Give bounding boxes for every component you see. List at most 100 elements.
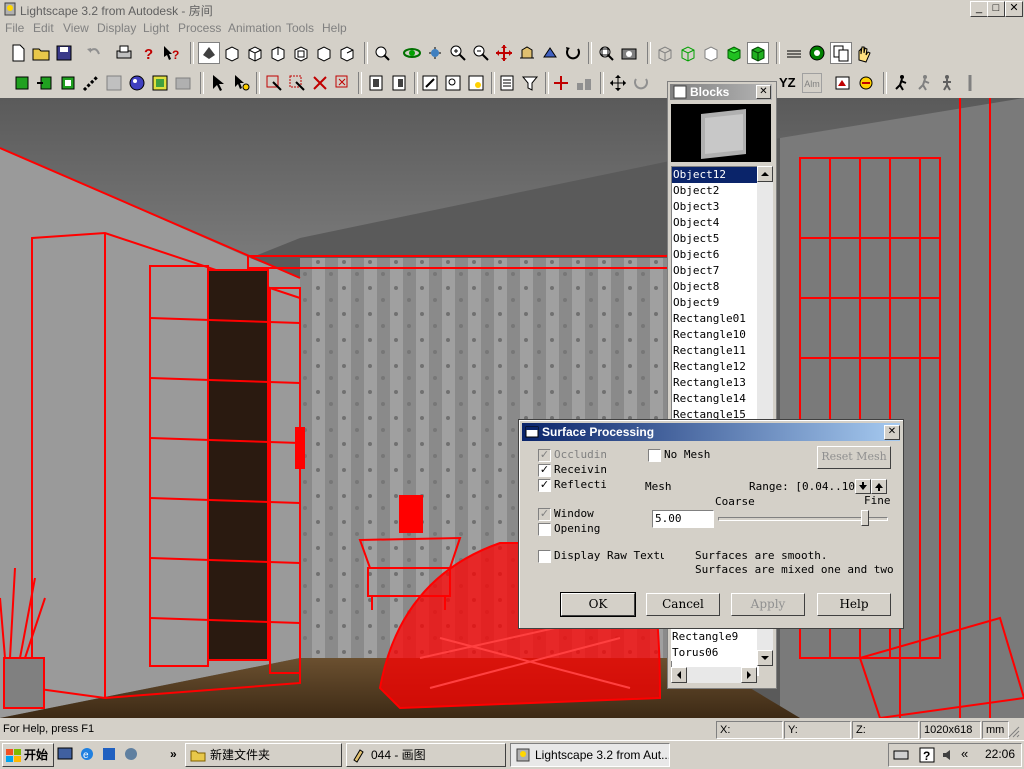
range-up-button[interactable] — [871, 479, 887, 494]
fly-icon[interactable] — [540, 43, 560, 63]
save-icon[interactable] — [54, 43, 74, 63]
orbit-icon[interactable] — [402, 43, 422, 63]
apply-button[interactable]: Apply — [731, 593, 805, 616]
menu-display[interactable]: Display — [97, 21, 136, 35]
open-folder-icon[interactable] — [31, 43, 51, 63]
help-icon[interactable]: ? — [138, 43, 158, 63]
help-button[interactable]: Help — [817, 593, 891, 616]
walker-3-icon[interactable] — [937, 73, 957, 93]
list-item[interactable]: Rectangle11 — [672, 343, 758, 359]
zoom-search-icon[interactable] — [372, 43, 392, 63]
list-item[interactable]: Object6 — [672, 247, 758, 263]
zoom-extents-icon[interactable] — [596, 43, 616, 63]
quick-launch-explorer-icon[interactable] — [100, 745, 118, 763]
textured-cube-icon[interactable] — [747, 42, 769, 64]
list-item[interactable]: Object3 — [672, 199, 758, 215]
menu-help[interactable]: Help — [322, 21, 347, 35]
list-item[interactable]: Torus06 — [671, 645, 757, 661]
list-icon[interactable] — [497, 73, 517, 93]
quick-launch-media-icon[interactable] — [122, 745, 140, 763]
quick-launch-more[interactable]: » — [170, 743, 180, 765]
walk-icon[interactable] — [425, 43, 445, 63]
keyboard-icon[interactable] — [893, 747, 909, 766]
cube-view-1-icon[interactable] — [222, 43, 242, 63]
list-item[interactable]: Rectangle12 — [672, 359, 758, 375]
quick-launch-ie-icon[interactable]: e — [78, 745, 96, 763]
scroll-down-button[interactable] — [757, 650, 773, 666]
zoom-in-icon[interactable] — [448, 43, 468, 63]
zoom-out-icon[interactable] — [471, 43, 491, 63]
render-icon[interactable] — [856, 73, 876, 93]
menu-process[interactable]: Process — [178, 21, 221, 35]
tray-expand[interactable]: « — [961, 746, 968, 761]
filter-icon[interactable] — [520, 73, 540, 93]
range-down-button[interactable] — [855, 479, 871, 494]
print-icon[interactable] — [114, 43, 134, 63]
insert-block-icon[interactable] — [35, 73, 55, 93]
select-light-icon[interactable] — [231, 73, 251, 93]
start-button[interactable]: 开始 — [2, 743, 54, 767]
cube-view-6-icon[interactable] — [337, 43, 357, 63]
cube-view-2-icon[interactable] — [245, 43, 265, 63]
dialog-close-button[interactable]: ✕ — [884, 425, 900, 440]
cancel-button[interactable]: Cancel — [646, 593, 720, 616]
list-item[interactable]: Rectangle9 — [671, 629, 757, 645]
draw-line-icon[interactable] — [81, 73, 101, 93]
list-item[interactable]: Object9 — [672, 295, 758, 311]
help-tray-icon[interactable]: ? — [919, 747, 935, 766]
select-tool-icon[interactable] — [198, 42, 220, 64]
menu-edit[interactable]: Edit — [33, 21, 54, 35]
scroll-up-button[interactable] — [757, 166, 773, 182]
material-icon[interactable] — [150, 73, 170, 93]
menu-tools[interactable]: Tools — [286, 21, 314, 35]
align-mode-button[interactable]: Alm — [802, 73, 822, 93]
context-help-icon[interactable]: ? — [161, 43, 181, 63]
rotate-object-icon[interactable] — [631, 73, 651, 93]
mesh-slider[interactable] — [718, 510, 888, 526]
scroll-right-button[interactable] — [741, 667, 757, 683]
list-item[interactable]: Rectangle01 — [672, 311, 758, 327]
list-item[interactable]: Object4 — [672, 215, 758, 231]
pointer-icon[interactable] — [208, 73, 228, 93]
receiving-checkbox[interactable]: ✓ — [538, 464, 551, 477]
page-icon[interactable] — [366, 73, 386, 93]
sphere-icon[interactable] — [127, 73, 147, 93]
undo-icon[interactable] — [84, 43, 104, 63]
list-item[interactable]: Rectangle14 — [672, 391, 758, 407]
walker-2-icon[interactable] — [914, 73, 934, 93]
list-item[interactable]: Object7 — [672, 263, 758, 279]
close-button[interactable]: ✕ — [1005, 1, 1023, 17]
list-item[interactable]: Rectangle13 — [672, 375, 758, 391]
hidden-cube-icon[interactable] — [701, 43, 721, 63]
opening-checkbox[interactable] — [538, 523, 551, 536]
occluding-checkbox[interactable]: ✓ — [538, 449, 551, 462]
list-item[interactable]: Object5 — [672, 231, 758, 247]
task-new-folder[interactable]: 新建文件夹 — [185, 743, 342, 767]
window-checkbox[interactable]: ✓ — [538, 508, 551, 521]
ok-button[interactable]: OK — [560, 592, 636, 617]
select-crossing-icon[interactable] — [287, 73, 307, 93]
mesh-value-input[interactable]: 5.00 — [652, 510, 714, 528]
move-icon[interactable] — [608, 73, 628, 93]
deselect-window-icon[interactable] — [333, 73, 353, 93]
volume-icon[interactable] — [941, 747, 957, 766]
view-light-icon[interactable] — [833, 73, 853, 93]
no-mesh-checkbox[interactable] — [648, 449, 661, 462]
copy-icon[interactable] — [830, 42, 852, 64]
new-file-icon[interactable] — [8, 43, 28, 63]
menu-view[interactable]: View — [63, 21, 89, 35]
grid-icon[interactable] — [104, 73, 124, 93]
blocks-close-button[interactable]: ✕ — [756, 85, 771, 99]
select-window-icon[interactable] — [264, 73, 284, 93]
texture-icon[interactable] — [173, 73, 193, 93]
hand-icon[interactable] — [853, 43, 873, 63]
rotate-icon[interactable] — [563, 43, 583, 63]
list-item[interactable]: Object12 — [672, 167, 758, 183]
walker-icon[interactable] — [891, 73, 911, 93]
shaded-cube-icon[interactable] — [724, 43, 744, 63]
menu-light[interactable]: Light — [143, 21, 169, 35]
light-box-icon[interactable] — [466, 73, 486, 93]
quick-launch-desktop-icon[interactable] — [56, 745, 74, 763]
app-icon[interactable] — [3, 2, 17, 16]
green-wire-cube-icon[interactable] — [678, 43, 698, 63]
